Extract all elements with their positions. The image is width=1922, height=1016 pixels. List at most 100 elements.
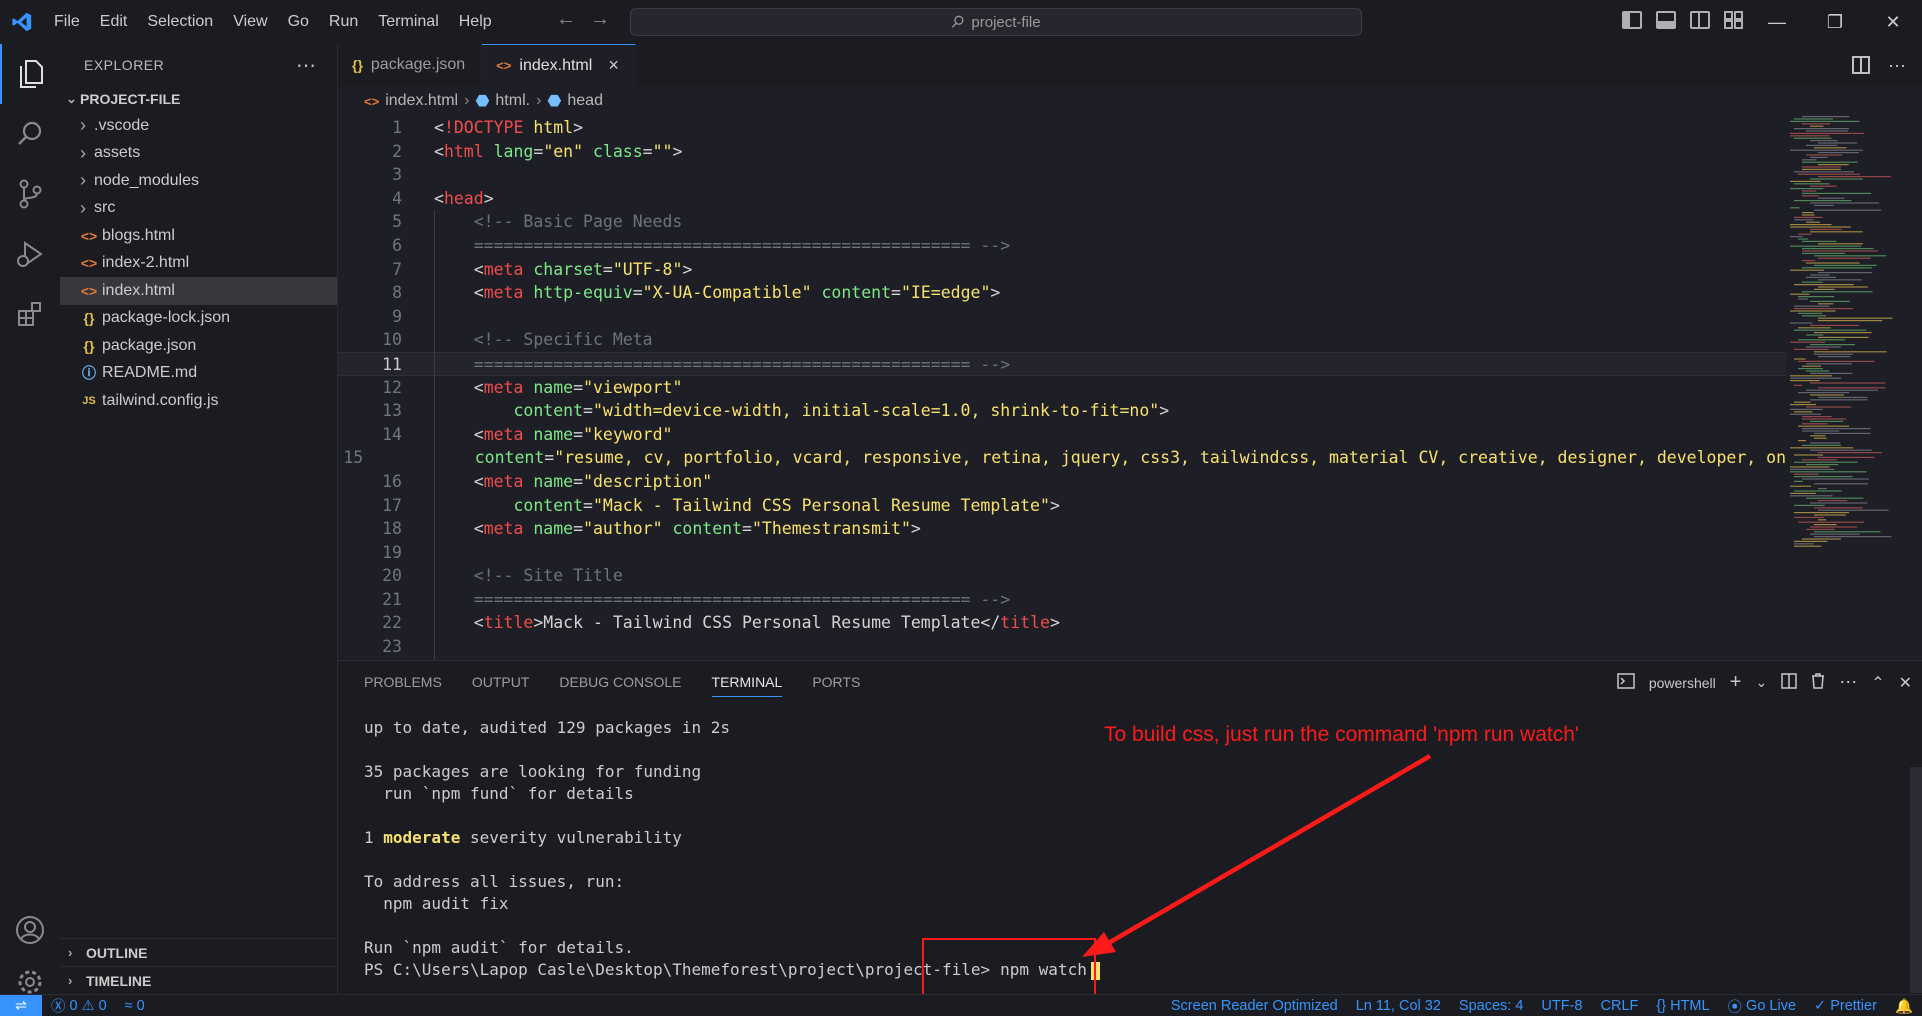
code-line[interactable]: 17 content="Mack - Tailwind CSS Personal… [338,494,1786,518]
code-line[interactable]: 4 <head> [338,187,1786,211]
breadcrumb-head[interactable]: head [567,92,603,110]
tree-item-tailwind-config-js[interactable]: JS tailwind.config.js [60,387,337,415]
code-line[interactable]: 8 <meta http-equiv="X-UA-Compatible" con… [338,281,1786,305]
code-line[interactable]: 12 <meta name="viewport" [338,376,1786,400]
menu-run[interactable]: Run [319,0,368,44]
forward-arrow-icon[interactable]: → [590,8,610,31]
code-line[interactable]: 11 =====================================… [338,351,1786,376]
code-line[interactable]: 3 [338,163,1786,187]
code-line[interactable]: 1 <!DOCTYPE html> [338,116,1786,140]
eol-status[interactable]: CRLF [1592,998,1648,1014]
accounts-icon[interactable] [0,900,60,960]
code-line[interactable]: 10 <!-- Specific Meta [338,328,1786,352]
go-live-button[interactable]: ⦿ Go Live [1719,996,1805,1016]
tree-item-src[interactable]: › src [60,195,337,223]
panel-tab-output[interactable]: OUTPUT [472,674,530,690]
code-line[interactable]: 18 <meta name="author" content="Themestr… [338,517,1786,541]
language-mode[interactable]: {} HTML [1647,998,1718,1014]
code-line[interactable]: 23 [338,635,1786,659]
split-terminal-icon[interactable] [1781,673,1797,692]
terminal-scrollbar[interactable] [1910,767,1922,993]
command-center-search[interactable]: project-file [630,8,1362,36]
outline-section[interactable]: › OUTLINE [60,938,338,966]
breadcrumb-file[interactable]: index.html [385,92,458,110]
customize-layout-icon[interactable] [1724,11,1744,29]
menu-view[interactable]: View [223,0,277,44]
tree-item-index-html[interactable]: <> index.html [60,277,337,305]
source-control-icon[interactable] [0,164,60,224]
panel-tab-problems[interactable]: PROBLEMS [364,674,442,690]
tree-item-node-modules[interactable]: › node_modules [60,167,337,195]
close-window-button[interactable]: ✕ [1864,0,1922,44]
toggle-primary-sidebar-icon[interactable] [1622,11,1642,29]
breadcrumb-html[interactable]: html. [495,92,530,110]
code-line[interactable]: 9 [338,305,1786,329]
maximize-panel-icon[interactable]: ⌃ [1871,673,1884,693]
new-terminal-icon[interactable]: + [1730,671,1742,694]
code-line[interactable]: 7 <meta charset="UTF-8"> [338,258,1786,282]
back-arrow-icon[interactable]: ← [556,8,576,31]
code-line[interactable]: 21 =====================================… [338,588,1786,612]
menu-edit[interactable]: Edit [90,0,138,44]
code-line[interactable]: 2 <html lang="en" class=""> [338,140,1786,164]
ports-status[interactable]: ≈ 0 [116,998,154,1014]
tree-item-package-lock-json[interactable]: {} package-lock.json [60,305,337,333]
search-icon[interactable] [0,104,60,164]
more-actions-icon[interactable]: ⋯ [1839,672,1857,693]
menu-terminal[interactable]: Terminal [368,0,448,44]
screen-reader-status[interactable]: Screen Reader Optimized [1162,998,1347,1014]
cursor-position[interactable]: Ln 11, Col 32 [1347,998,1450,1014]
chevron-down-icon[interactable]: ⌄ [1755,674,1767,691]
panel-tab-ports[interactable]: PORTS [812,674,860,690]
menu-go[interactable]: Go [278,0,319,44]
minimap[interactable] [1786,116,1908,656]
more-actions-icon[interactable]: ⋯ [1888,56,1906,79]
prettier-status[interactable]: ✓ Prettier [1805,998,1886,1014]
menu-file[interactable]: File [44,0,90,44]
code-line[interactable]: 20 <!-- Site Title [338,564,1786,588]
tree-item--vscode[interactable]: › .vscode [60,112,337,140]
tab-index-html[interactable]: <> index.html × [482,44,636,86]
code-line[interactable]: 6 ======================================… [338,234,1786,258]
editor-scrollbar[interactable] [1908,116,1922,660]
tree-item-blogs-html[interactable]: <> blogs.html [60,222,337,250]
minimize-button[interactable]: — [1748,0,1806,44]
code-line[interactable]: 15 content="resume, cv, portfolio, vcard… [338,446,1786,470]
code-line[interactable]: 14 <meta name="keyword" [338,423,1786,447]
menu-help[interactable]: Help [449,0,502,44]
code-editor[interactable]: 1 <!DOCTYPE html> 2 <html lang="en" class="… [338,116,1786,660]
code-line[interactable]: 5 <!-- Basic Page Needs [338,210,1786,234]
toggle-panel-icon[interactable] [1656,11,1676,29]
shell-name[interactable]: powershell [1649,675,1716,691]
tree-item-package-json[interactable]: {} package.json [60,332,337,360]
encoding-status[interactable]: UTF-8 [1532,998,1591,1014]
terminal-prompt-line[interactable]: PS C:\Users\Lapop Casle\Desktop\Themefor… [364,959,1864,981]
tree-item-readme-md[interactable]: ⓘ README.md [60,360,337,388]
timeline-section[interactable]: › TIMELINE [60,966,338,994]
restore-button[interactable]: ❐ [1806,0,1864,44]
code-line[interactable]: 19 [338,541,1786,565]
remote-indicator-icon[interactable]: ⇌ [0,994,42,1016]
tab-package-json[interactable]: {} package.json [338,44,483,86]
terminal-output[interactable]: up to date, audited 129 packages in 2s 35… [364,717,1864,981]
close-tab-icon[interactable]: × [608,55,619,76]
project-folder-header[interactable]: ⌄ PROJECT-FILE [60,86,337,112]
code-line[interactable]: 22 <title>Mack - Tailwind CSS Personal R… [338,611,1786,635]
trash-icon[interactable] [1811,673,1825,692]
tree-item-index-2-html[interactable]: <> index-2.html [60,250,337,278]
run-debug-icon[interactable] [0,224,60,284]
code-line[interactable]: 13 content="width=device-width, initial-… [338,399,1786,423]
extensions-icon[interactable] [0,284,60,344]
menu-selection[interactable]: Selection [137,0,223,44]
panel-tab-terminal[interactable]: TERMINAL [711,674,783,697]
bell-icon[interactable]: 🔔 [1886,998,1922,1015]
more-actions-icon[interactable]: ⋯ [296,53,317,78]
code-line[interactable]: 16 <meta name="description" [338,470,1786,494]
indentation-status[interactable]: Spaces: 4 [1450,998,1533,1014]
problems-status[interactable]: Ⓧ 0 ⚠ 0 [42,995,116,1016]
toggle-secondary-sidebar-icon[interactable] [1690,11,1710,29]
panel-tab-debug-console[interactable]: DEBUG CONSOLE [559,674,681,690]
split-editor-icon[interactable] [1852,56,1870,79]
explorer-icon[interactable] [0,44,60,104]
close-panel-icon[interactable]: ✕ [1899,673,1912,693]
